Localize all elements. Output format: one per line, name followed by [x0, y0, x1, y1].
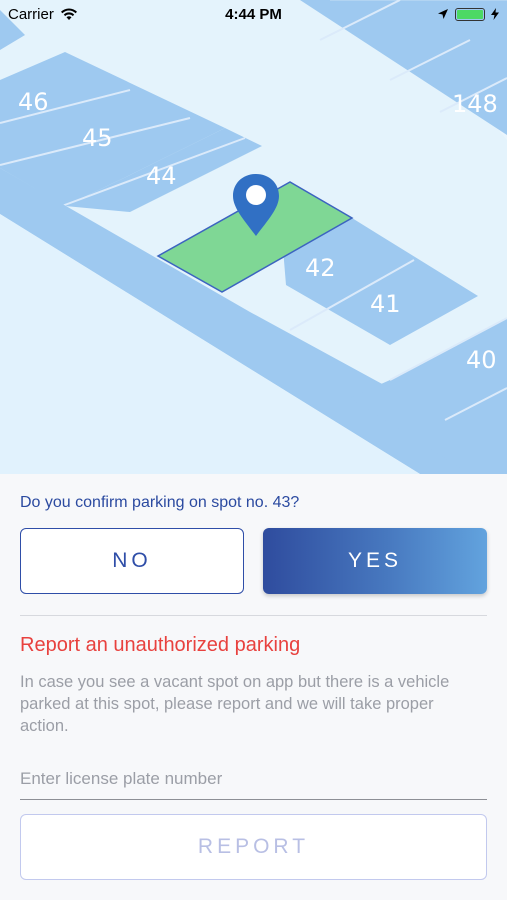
divider — [20, 615, 487, 616]
spot-label-41: 41 — [370, 290, 401, 318]
status-bar: Carrier 4:44 PM — [0, 0, 507, 28]
report-description: In case you see a vacant spot on app but… — [20, 673, 450, 735]
battery-level — [457, 9, 483, 19]
battery-icon — [455, 7, 485, 21]
parking-map[interactable]: 46 45 44 42 41 40 148 — [0, 0, 507, 474]
spot-label-148: 148 — [452, 90, 498, 118]
report-title: Report an unauthorized parking — [20, 634, 301, 656]
status-time: 4:44 PM — [225, 6, 282, 23]
spot-label-45: 45 — [82, 124, 113, 152]
no-button[interactable]: NO — [20, 528, 244, 594]
spot-label-44: 44 — [146, 162, 177, 190]
spot-label-46: 46 — [18, 88, 49, 116]
confirmation-panel: Do you confirm parking on spot no. 43? N… — [0, 474, 507, 900]
confirm-question: Do you confirm parking on spot no. 43? — [20, 494, 300, 511]
spot-label-40: 40 — [466, 346, 497, 374]
report-button[interactable]: REPORT — [20, 814, 487, 880]
license-plate-input[interactable] — [20, 758, 487, 800]
yes-button[interactable]: YES — [263, 528, 487, 594]
spot-label-42: 42 — [305, 254, 336, 282]
